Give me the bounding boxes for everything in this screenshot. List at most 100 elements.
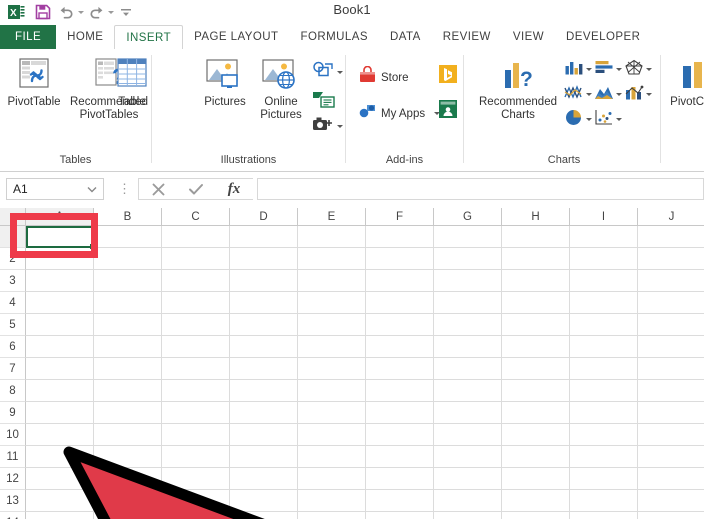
screenshot-dropdown-icon[interactable] (337, 125, 343, 128)
column-header-f[interactable]: F (366, 208, 434, 226)
cell-I6[interactable] (570, 336, 638, 358)
cell-E14[interactable] (298, 512, 366, 519)
tab-view[interactable]: VIEW (502, 25, 555, 49)
cell-D12[interactable] (230, 468, 298, 490)
cell-H13[interactable] (502, 490, 570, 512)
cell-A12[interactable] (26, 468, 94, 490)
column-header-j[interactable]: J (638, 208, 704, 226)
column-header-b[interactable]: B (94, 208, 162, 226)
row-header-1[interactable]: 1 (0, 226, 26, 248)
cell-E8[interactable] (298, 380, 366, 402)
cell-E13[interactable] (298, 490, 366, 512)
cell-F8[interactable] (366, 380, 434, 402)
line-chart-button[interactable] (564, 82, 594, 107)
cell-F3[interactable] (366, 270, 434, 292)
cell-J5[interactable] (638, 314, 704, 336)
cell-I5[interactable] (570, 314, 638, 336)
cell-J9[interactable] (638, 402, 704, 424)
cell-J7[interactable] (638, 358, 704, 380)
cell-I12[interactable] (570, 468, 638, 490)
cell-D4[interactable] (230, 292, 298, 314)
cell-B8[interactable] (94, 380, 162, 402)
cell-C9[interactable] (162, 402, 230, 424)
cell-J14[interactable] (638, 512, 704, 519)
cell-E1[interactable] (298, 226, 366, 248)
cell-H10[interactable] (502, 424, 570, 446)
cell-A13[interactable] (26, 490, 94, 512)
fill-handle[interactable] (90, 244, 95, 249)
cell-A7[interactable] (26, 358, 94, 380)
cell-I9[interactable] (570, 402, 638, 424)
cell-E2[interactable] (298, 248, 366, 270)
cell-A2[interactable] (26, 248, 94, 270)
scatter-chart-dropdown-icon[interactable] (616, 118, 622, 121)
cell-E10[interactable] (298, 424, 366, 446)
cell-C4[interactable] (162, 292, 230, 314)
cell-E11[interactable] (298, 446, 366, 468)
cell-C12[interactable] (162, 468, 230, 490)
row-header-14[interactable]: 14 (0, 512, 26, 519)
cell-D1[interactable] (230, 226, 298, 248)
pictures-button[interactable]: Pictures (196, 57, 254, 109)
cell-G5[interactable] (434, 314, 502, 336)
shapes-button[interactable] (312, 61, 343, 84)
select-all-corner[interactable] (0, 208, 26, 226)
shapes-dropdown-icon[interactable] (337, 71, 343, 74)
row-header-13[interactable]: 13 (0, 490, 26, 512)
radar-chart-button[interactable] (624, 57, 654, 82)
cell-D9[interactable] (230, 402, 298, 424)
column-header-a[interactable]: A (26, 208, 94, 226)
cell-J3[interactable] (638, 270, 704, 292)
cell-B7[interactable] (94, 358, 162, 380)
cell-H4[interactable] (502, 292, 570, 314)
cell-A5[interactable] (26, 314, 94, 336)
column-chart-button[interactable] (564, 57, 594, 82)
cell-G6[interactable] (434, 336, 502, 358)
screenshot-button[interactable] (312, 115, 343, 138)
scatter-chart-button[interactable] (594, 107, 624, 132)
column-header-i[interactable]: I (570, 208, 638, 226)
cell-G10[interactable] (434, 424, 502, 446)
cell-C13[interactable] (162, 490, 230, 512)
cell-E4[interactable] (298, 292, 366, 314)
smartart-button[interactable] (312, 89, 338, 114)
row-header-7[interactable]: 7 (0, 358, 26, 380)
cell-E5[interactable] (298, 314, 366, 336)
cell-D7[interactable] (230, 358, 298, 380)
tab-insert[interactable]: INSERT (114, 25, 184, 49)
cell-J10[interactable] (638, 424, 704, 446)
cell-D2[interactable] (230, 248, 298, 270)
cell-C5[interactable] (162, 314, 230, 336)
cell-G9[interactable] (434, 402, 502, 424)
pie-chart-button[interactable] (564, 107, 594, 132)
cell-F1[interactable] (366, 226, 434, 248)
tab-formulas[interactable]: FORMULAS (289, 25, 379, 49)
cell-A9[interactable] (26, 402, 94, 424)
cell-H11[interactable] (502, 446, 570, 468)
cell-F11[interactable] (366, 446, 434, 468)
cell-J4[interactable] (638, 292, 704, 314)
cell-G7[interactable] (434, 358, 502, 380)
line-chart-dropdown-icon[interactable] (586, 93, 592, 96)
cell-B4[interactable] (94, 292, 162, 314)
cell-D14[interactable] (230, 512, 298, 519)
insert-function-icon[interactable]: fx (215, 178, 253, 200)
tab-file[interactable]: FILE (0, 25, 57, 49)
worksheet-grid[interactable]: A B C D E F G H I J 1 2 3 4 5 6 7 8 9 10… (0, 208, 704, 519)
cell-B10[interactable] (94, 424, 162, 446)
cell-B6[interactable] (94, 336, 162, 358)
radar-chart-dropdown-icon[interactable] (646, 68, 652, 71)
combo-chart-dropdown-icon[interactable] (646, 93, 652, 96)
cell-F4[interactable] (366, 292, 434, 314)
tab-developer[interactable]: DEVELOPER (555, 25, 651, 49)
cell-B12[interactable] (94, 468, 162, 490)
cell-J12[interactable] (638, 468, 704, 490)
cell-E3[interactable] (298, 270, 366, 292)
cell-I11[interactable] (570, 446, 638, 468)
cell-C7[interactable] (162, 358, 230, 380)
row-header-8[interactable]: 8 (0, 380, 26, 402)
cell-C6[interactable] (162, 336, 230, 358)
cell-H8[interactable] (502, 380, 570, 402)
cell-C8[interactable] (162, 380, 230, 402)
pie-chart-dropdown-icon[interactable] (586, 118, 592, 121)
